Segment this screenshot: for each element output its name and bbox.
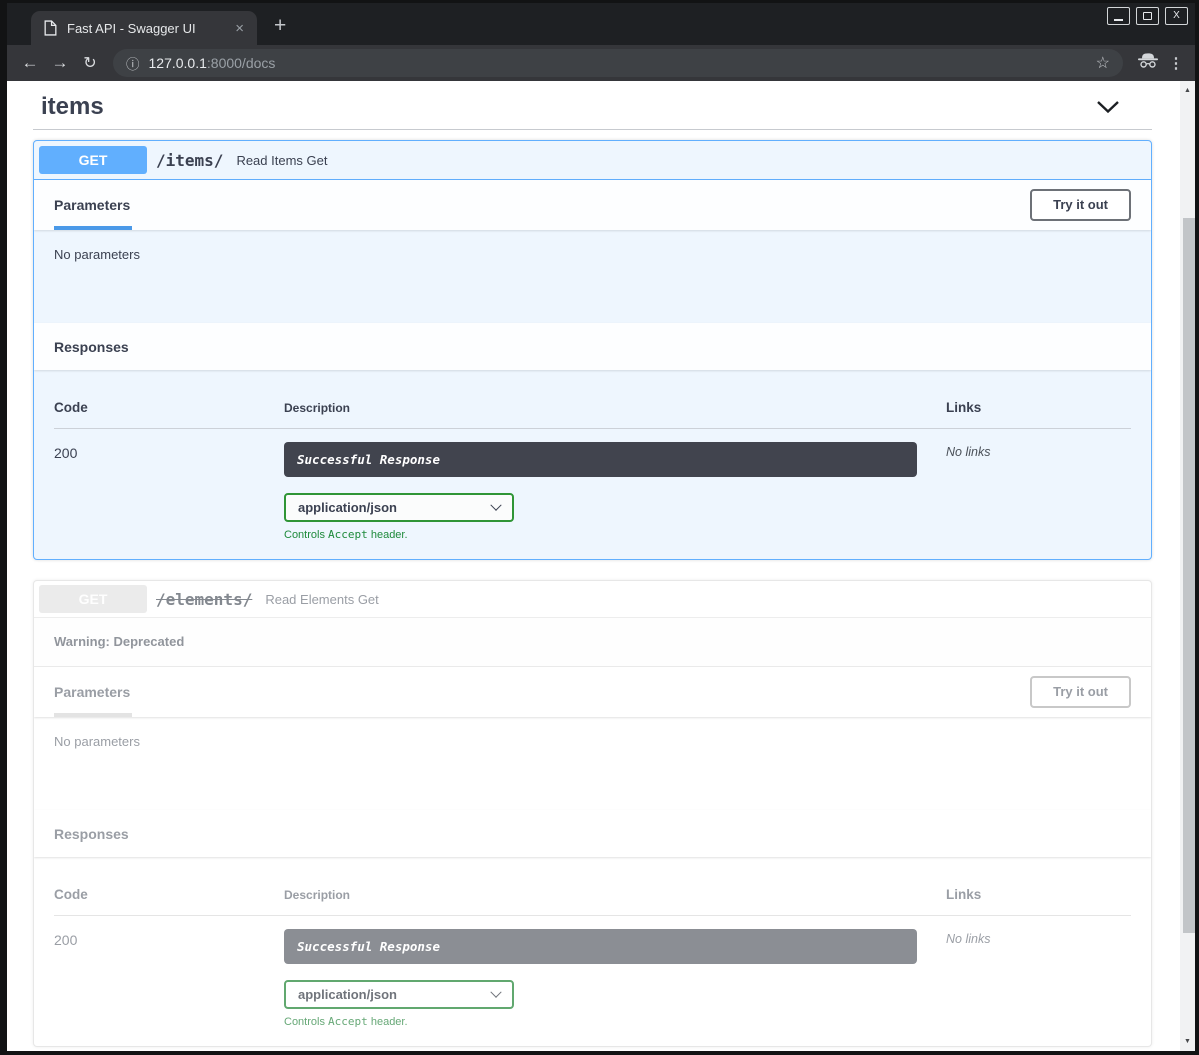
tab-title: Fast API - Swagger UI: [67, 21, 226, 36]
browser-toolbar: ← → ↻ ⓘ 127.0.0.1:8000/docs ☆ ⋮: [7, 45, 1195, 81]
scrollbar-thumb[interactable]: [1183, 218, 1195, 933]
media-type-select[interactable]: application/json: [284, 980, 514, 1009]
window-maximize-button[interactable]: [1136, 7, 1159, 25]
method-badge: GET: [39, 585, 147, 613]
parameters-body: No parameters: [34, 717, 1151, 810]
no-parameters-text: No parameters: [54, 734, 140, 749]
browser-titlebar: Fast API - Swagger UI × + X: [7, 3, 1195, 45]
window-close-button[interactable]: X: [1165, 7, 1188, 25]
op-summary-text: Read Elements Get: [265, 592, 378, 607]
url-host: 127.0.0.1: [149, 55, 207, 71]
response-row: 200 Successful Response application/json…: [54, 916, 1131, 1028]
op-path: /items/: [156, 151, 223, 170]
links-column-header: Links: [946, 400, 1131, 415]
scroll-up-icon[interactable]: ▲: [1180, 83, 1195, 98]
op-summary-text: Read Items Get: [236, 153, 327, 168]
scrollbar-track[interactable]: ▲ ▼: [1180, 81, 1195, 1051]
description-column-header: Description: [284, 888, 946, 902]
forward-icon[interactable]: →: [45, 53, 75, 73]
response-row: 200 Successful Response application/json…: [54, 429, 1131, 541]
responses-title: Responses: [54, 826, 129, 842]
responses-header: Responses: [34, 810, 1151, 857]
responses-header: Responses: [34, 323, 1151, 370]
media-type-select[interactable]: application/json: [284, 493, 514, 522]
parameters-tab[interactable]: Parameters: [54, 197, 130, 213]
tab-close-icon[interactable]: ×: [232, 20, 247, 37]
reload-icon[interactable]: ↻: [75, 53, 105, 73]
media-type-value: application/json: [298, 500, 397, 515]
method-badge: GET: [39, 146, 147, 174]
response-links: No links: [946, 929, 1131, 1028]
address-bar[interactable]: ⓘ 127.0.0.1:8000/docs ☆: [113, 49, 1123, 77]
browser-menu-icon[interactable]: ⋮: [1165, 54, 1187, 72]
page-content: ▲ ▼ items GET /items/: [7, 81, 1195, 1051]
parameters-header: Parameters Try it out: [34, 667, 1151, 717]
opblock-summary[interactable]: GET /items/ Read Items Get: [34, 141, 1151, 180]
url-path: :8000/docs: [207, 55, 276, 71]
response-description-box: Successful Response: [284, 442, 917, 477]
responses-table-head: Code Description Links: [54, 400, 1131, 429]
minimize-icon: [1114, 19, 1123, 21]
tag-title: items: [41, 93, 104, 121]
window-body: Fast API - Swagger UI × + X ← → ↻ ⓘ 127.…: [7, 3, 1195, 1051]
parameters-header: Parameters Try it out: [34, 180, 1151, 230]
response-links: No links: [946, 442, 1131, 541]
tag-divider: [33, 129, 1152, 130]
response-description-cell: Successful Response application/json Con…: [284, 929, 946, 1028]
try-it-out-button[interactable]: Try it out: [1030, 189, 1131, 222]
response-description-box: Successful Response: [284, 929, 917, 964]
description-column-header: Description: [284, 401, 946, 415]
select-chevron-icon: [490, 986, 501, 997]
browser-window: Fast API - Swagger UI × + X ← → ↻ ⓘ 127.…: [0, 0, 1199, 1055]
parameters-body: No parameters: [34, 230, 1151, 323]
opblock-summary[interactable]: GET /elements/ Read Elements Get: [34, 581, 1151, 618]
opblock-get-items: GET /items/ Read Items Get Parameters Tr…: [33, 140, 1152, 560]
browser-tab[interactable]: Fast API - Swagger UI ×: [31, 11, 257, 45]
response-description-text: Successful Response: [297, 939, 440, 954]
no-parameters-text: No parameters: [54, 247, 140, 262]
try-it-out-button[interactable]: Try it out: [1030, 676, 1131, 709]
page-favicon-icon: [44, 20, 57, 36]
responses-table: Code Description Links 200 Successful Re…: [34, 857, 1151, 1046]
parameters-tab-underline: [54, 713, 132, 717]
op-path: /elements/: [156, 590, 252, 609]
accept-header-note: Controls Accept header.: [284, 528, 946, 541]
code-column-header: Code: [54, 887, 284, 902]
parameters-tab[interactable]: Parameters: [54, 684, 130, 700]
maximize-icon: [1143, 12, 1152, 20]
site-info-icon[interactable]: ⓘ: [126, 53, 140, 73]
response-code: 200: [54, 929, 284, 1028]
response-description-cell: Successful Response application/json Con…: [284, 442, 946, 541]
select-chevron-icon: [490, 499, 501, 510]
bookmark-star-icon[interactable]: ☆: [1096, 53, 1110, 73]
tag-section-header[interactable]: items: [33, 81, 1152, 125]
links-column-header: Links: [946, 887, 1131, 902]
incognito-icon: [1135, 53, 1161, 73]
accept-header-note: Controls Accept header.: [284, 1015, 946, 1028]
code-column-header: Code: [54, 400, 284, 415]
new-tab-button[interactable]: +: [270, 14, 290, 38]
swagger-content: items GET /items/ Read Items Get Par: [7, 81, 1180, 1051]
window-controls: X: [1107, 7, 1188, 25]
url-text: 127.0.0.1:8000/docs: [149, 55, 276, 71]
responses-table: Code Description Links 200 Successful Re…: [34, 370, 1151, 559]
responses-table-head: Code Description Links: [54, 887, 1131, 916]
media-type-value: application/json: [298, 987, 397, 1002]
opblock-get-elements-deprecated: GET /elements/ Read Elements Get Warning…: [33, 580, 1152, 1047]
window-minimize-button[interactable]: [1107, 7, 1130, 25]
response-code: 200: [54, 442, 284, 541]
back-icon[interactable]: ←: [15, 53, 45, 73]
deprecated-warning: Warning: Deprecated: [34, 618, 1151, 667]
scroll-down-icon[interactable]: ▼: [1180, 1034, 1195, 1049]
response-description-text: Successful Response: [297, 452, 440, 467]
collapse-chevron-icon[interactable]: [1096, 100, 1120, 119]
parameters-tab-underline: [54, 226, 132, 230]
responses-title: Responses: [54, 339, 129, 355]
